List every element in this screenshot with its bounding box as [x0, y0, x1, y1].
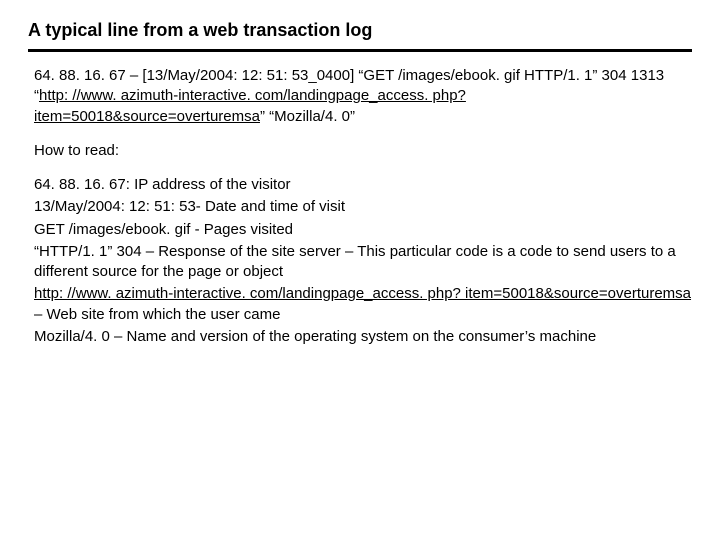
- explain-block: 64. 88. 16. 67: IP address of the visito…: [34, 175, 692, 347]
- log-post: ” “Mozilla/4. 0”: [260, 108, 355, 125]
- how-to-read-label: How to read:: [34, 141, 692, 161]
- explain-ip: 64. 88. 16. 67: IP address of the visito…: [34, 175, 692, 195]
- explain-useragent: Mozilla/4. 0 – Name and version of the o…: [34, 327, 692, 347]
- slide: A typical line from a web transaction lo…: [0, 0, 720, 367]
- explain-get: GET /images/ebook. gif - Pages visited: [34, 220, 692, 240]
- referer-post: – Web site from which the user came: [34, 306, 281, 323]
- slide-title: A typical line from a web transaction lo…: [28, 14, 692, 49]
- log-line: 64. 88. 16. 67 – [13/May/2004: 12: 51: 5…: [34, 66, 692, 127]
- explain-response: “HTTP/1. 1” 304 – Response of the site s…: [34, 242, 692, 283]
- title-rule: [28, 49, 692, 52]
- log-url-link[interactable]: http: //www. azimuth-interactive. com/la…: [34, 87, 466, 124]
- explain-date: 13/May/2004: 12: 51: 53- Date and time o…: [34, 197, 692, 217]
- explain-referer: http: //www. azimuth-interactive. com/la…: [34, 284, 692, 325]
- slide-body: 64. 88. 16. 67 – [13/May/2004: 12: 51: 5…: [28, 66, 692, 347]
- referer-url-link[interactable]: http: //www. azimuth-interactive. com/la…: [34, 285, 691, 302]
